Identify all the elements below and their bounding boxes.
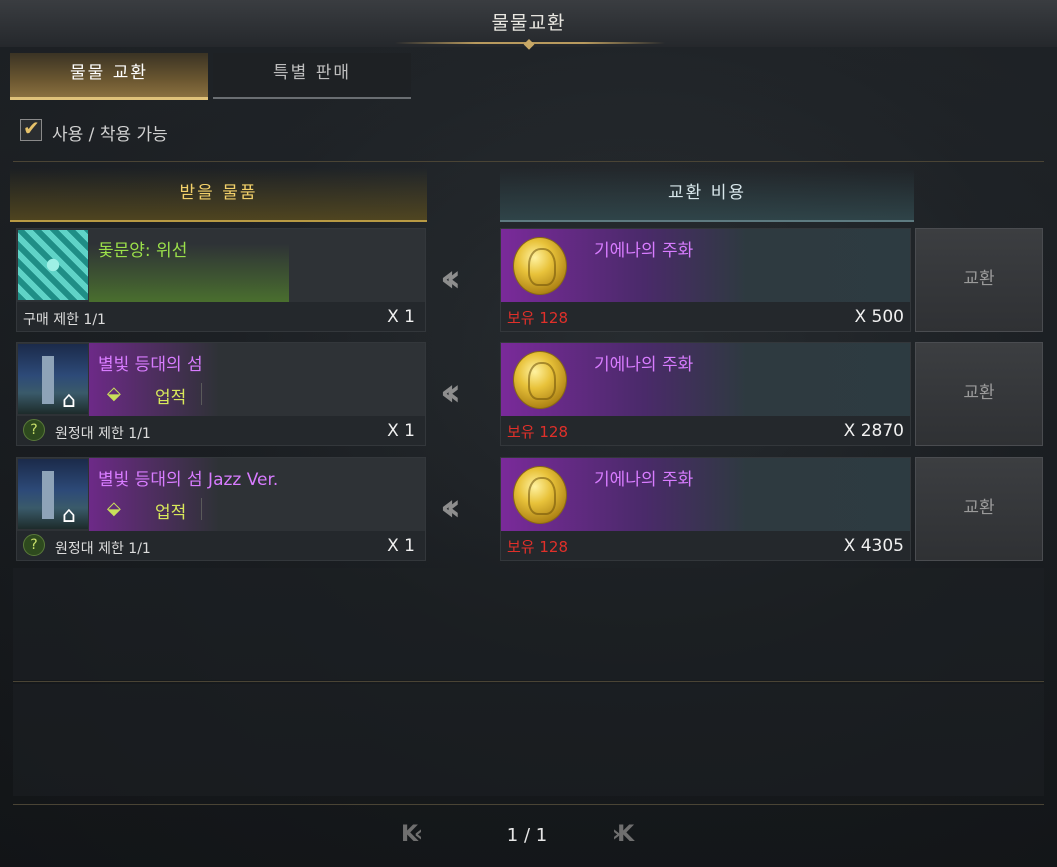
cost-card[interactable]: 기에나의 주화 보유 128 X 2870 (500, 342, 911, 446)
cost-card[interactable]: 기에나의 주화 보유 128 X 4305 (500, 457, 911, 561)
exchange-row: ⌂ 별빛 등대의 섬 ⬙ 업적 ? 원정대 제한 1/1 X 1 ‹‹ 기에나의… (0, 342, 1057, 448)
item-top: 돛문양: 위선 (17, 229, 425, 302)
check-icon: ✔ (23, 116, 40, 140)
item-quantity: X 1 (387, 536, 415, 556)
lighthouse-shape (42, 471, 54, 519)
lighthouse-shape (42, 356, 54, 404)
owned-amount: 보유 128 (507, 538, 568, 556)
owned-amount: 보유 128 (507, 423, 568, 441)
usable-filter-label[interactable]: 사용 / 착용 가능 (52, 120, 168, 145)
home-icon: ⌂ (62, 388, 76, 413)
item-limit: 원정대 제한 1/1 (55, 426, 151, 442)
question-icon[interactable]: ? (23, 534, 45, 556)
coin-icon (513, 466, 567, 524)
cost-top: 기에나의 주화 (501, 343, 910, 416)
ornament-icon: ◆ (523, 36, 535, 52)
item-name: 별빛 등대의 섬 (98, 355, 203, 375)
coin-icon (513, 351, 567, 409)
question-icon[interactable]: ? (23, 419, 45, 441)
item-top: ⌂ 별빛 등대의 섬 ⬙ 업적 (17, 343, 425, 416)
coin-icon (513, 237, 567, 295)
home-icon: ⌂ (62, 503, 76, 528)
exchange-row: ⌂ 별빛 등대의 섬 Jazz Ver. ⬙ 업적 ? 원정대 제한 1/1 X… (0, 457, 1057, 563)
item-name: 별빛 등대의 섬 Jazz Ver. (98, 470, 279, 490)
item-quantity: X 1 (387, 421, 415, 441)
cost-quantity: X 500 (854, 307, 905, 327)
cost-top: 기에나의 주화 (501, 458, 910, 531)
cost-currency-name: 기에나의 주화 (594, 355, 694, 375)
exchange-button[interactable]: 교환 (915, 228, 1043, 332)
receive-items-header: 받을 물품 (10, 168, 427, 222)
cost-card[interactable]: 기에나의 주화 보유 128 X 500 (500, 228, 911, 332)
tab-special-sale[interactable]: 특별 판매 (213, 53, 411, 99)
double-left-arrow-icon: ‹‹ (440, 485, 461, 529)
achievement-chevron-icon: ⬙ (107, 498, 121, 519)
divider (13, 804, 1044, 805)
window-title: 물물교환 (491, 12, 566, 34)
cost-top: 기에나의 주화 (501, 229, 910, 302)
cost-currency-name: 기에나의 주화 (594, 470, 694, 490)
item-card[interactable]: ⌂ 별빛 등대의 섬 Jazz Ver. ⬙ 업적 ? 원정대 제한 1/1 X… (16, 457, 426, 561)
exchange-row: 돛문양: 위선 구매 제한 1/1 X 1 ‹‹ 기에나의 주화 보유 128 … (0, 228, 1057, 334)
item-limit: 구매 제한 1/1 (23, 312, 106, 328)
item-quantity: X 1 (387, 307, 415, 327)
cost-quantity: X 2870 (843, 421, 904, 441)
empty-slot (13, 684, 1044, 796)
double-left-arrow-icon: ‹‹ (440, 256, 461, 300)
island-thumbnail: ⌂ (18, 344, 88, 414)
empty-slot (13, 568, 1044, 680)
sail-emblem-icon (18, 230, 88, 300)
exchange-button[interactable]: 교환 (915, 342, 1043, 446)
badge-separator (201, 498, 202, 520)
item-limit: 원정대 제한 1/1 (55, 541, 151, 557)
item-top: ⌂ 별빛 등대의 섬 Jazz Ver. ⬙ 업적 (17, 458, 425, 531)
usable-filter-checkbox[interactable]: ✔ (20, 116, 42, 141)
badge-separator (201, 383, 202, 405)
cost-currency-name: 기에나의 주화 (594, 241, 694, 261)
achievement-label: 업적 (155, 503, 187, 523)
title-bar: 물물교환 ◆ (0, 0, 1057, 51)
divider (13, 161, 1044, 162)
island-thumbnail: ⌂ (18, 459, 88, 529)
divider (13, 681, 1044, 682)
last-page-icon[interactable]: ›K (612, 822, 634, 847)
double-left-arrow-icon: ‹‹ (440, 370, 461, 414)
tab-barter[interactable]: 물물 교환 (10, 53, 208, 100)
owned-amount: 보유 128 (507, 309, 568, 327)
exchange-button[interactable]: 교환 (915, 457, 1043, 561)
item-card[interactable]: 돛문양: 위선 구매 제한 1/1 X 1 (16, 228, 426, 332)
cost-quantity: X 4305 (843, 536, 904, 556)
achievement-label: 업적 (155, 388, 187, 408)
exchange-cost-header: 교환 비용 (500, 168, 914, 222)
item-card[interactable]: ⌂ 별빛 등대의 섬 ⬙ 업적 ? 원정대 제한 1/1 X 1 (16, 342, 426, 446)
item-name: 돛문양: 위선 (98, 241, 188, 261)
first-page-icon[interactable]: K‹ (401, 822, 423, 847)
achievement-chevron-icon: ⬙ (107, 383, 121, 404)
page-indicator: 1 / 1 (506, 825, 548, 846)
